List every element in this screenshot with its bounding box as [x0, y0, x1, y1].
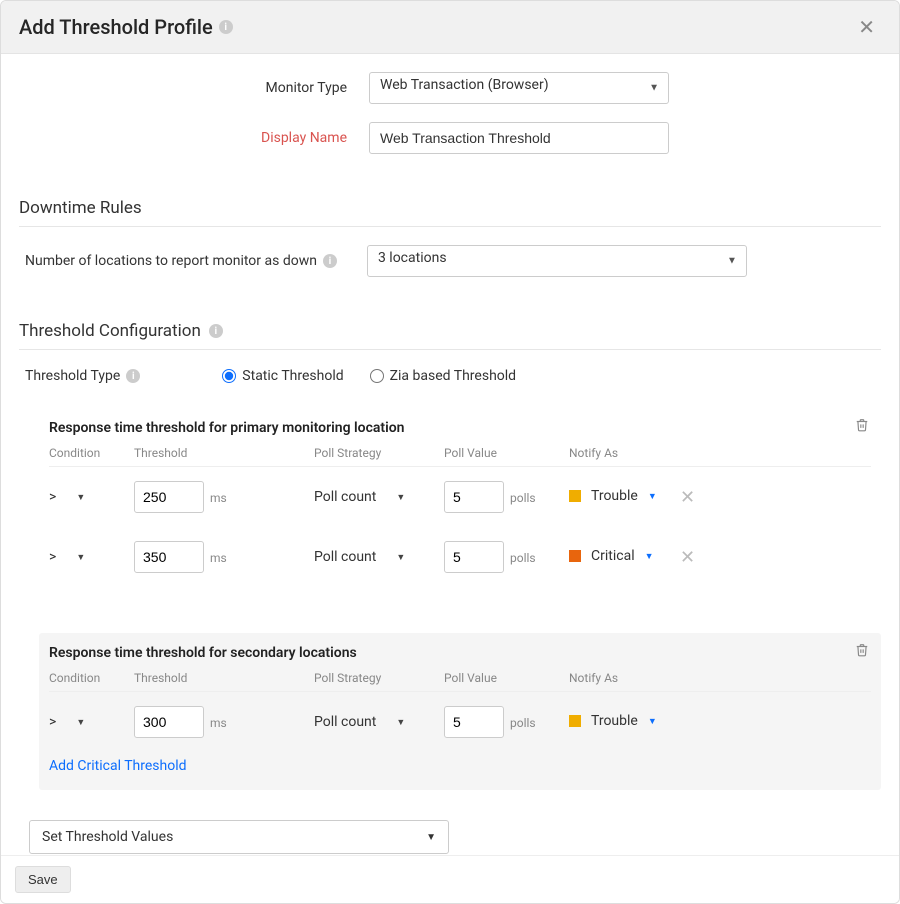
unit-label: polls [510, 551, 536, 565]
chevron-down-icon: ▼ [645, 551, 654, 562]
trash-icon[interactable] [855, 418, 869, 436]
poll-value-input[interactable] [444, 706, 504, 738]
threshold-type-label: Threshold Type [25, 368, 120, 384]
status-swatch [569, 715, 581, 727]
panel-footer: Save [1, 855, 899, 903]
rule-row: >▼ ms Poll count▼ polls Trouble▼ [49, 692, 871, 753]
chevron-down-icon: ▼ [76, 717, 85, 728]
info-icon[interactable]: i [126, 369, 140, 383]
poll-value-input[interactable] [444, 541, 504, 573]
col-threshold: Threshold [134, 440, 314, 467]
close-icon[interactable]: ✕ [852, 15, 881, 39]
col-condition: Condition [49, 665, 134, 692]
chevron-down-icon: ▼ [426, 832, 436, 843]
chevron-down-icon: ▼ [396, 552, 405, 563]
threshold-config-title: Threshold Configuration [19, 321, 201, 341]
locations-select[interactable]: 3 locations [367, 245, 747, 277]
chevron-down-icon: ▼ [648, 716, 657, 727]
notify-as-select[interactable]: Trouble▼ [569, 713, 657, 729]
col-notify: Notify As [569, 440, 674, 467]
info-icon[interactable]: i [323, 254, 337, 268]
threshold-input[interactable] [134, 481, 204, 513]
add-threshold-profile-panel: Add Threshold Profile i ✕ Monitor Type W… [0, 0, 900, 904]
panel-title: Add Threshold Profile [19, 15, 213, 39]
chevron-down-icon: ▼ [396, 717, 405, 728]
notify-as-select[interactable]: Trouble▼ [569, 488, 657, 504]
secondary-threshold-block: Response time threshold for secondary lo… [39, 633, 881, 790]
panel-header: Add Threshold Profile i ✕ [1, 1, 899, 54]
status-swatch [569, 550, 581, 562]
secondary-block-title: Response time threshold for secondary lo… [49, 645, 871, 661]
threshold-input[interactable] [134, 706, 204, 738]
primary-rules-table: Condition Threshold Poll Strategy Poll V… [49, 440, 871, 587]
poll-strategy-select[interactable]: Poll count▼ [314, 712, 405, 732]
add-critical-threshold-link[interactable]: Add Critical Threshold [49, 758, 187, 774]
primary-block-title: Response time threshold for primary moni… [49, 420, 871, 436]
status-swatch [569, 490, 581, 502]
rule-row: >▼ ms Poll count▼ polls Trouble▼ ✕ [49, 467, 871, 528]
poll-strategy-select[interactable]: Poll count▼ [314, 487, 405, 507]
display-name-label: Display Name [19, 130, 369, 146]
monitor-type-label: Monitor Type [19, 80, 369, 96]
static-threshold-radio[interactable]: Static Threshold [222, 368, 343, 384]
notify-as-select[interactable]: Critical▼ [569, 548, 654, 564]
col-pollvalue: Poll Value [444, 440, 569, 467]
condition-select[interactable]: >▼ [49, 547, 85, 567]
col-condition: Condition [49, 440, 134, 467]
col-threshold: Threshold [134, 665, 314, 692]
save-button[interactable]: Save [15, 866, 71, 893]
threshold-config-heading: Threshold Configuration i [19, 295, 881, 350]
col-pollvalue: Poll Value [444, 665, 569, 692]
downtime-rules-heading: Downtime Rules [19, 172, 881, 227]
static-threshold-input[interactable] [222, 369, 236, 383]
chevron-down-icon: ▼ [396, 492, 405, 503]
chevron-down-icon: ▼ [76, 552, 85, 563]
remove-row-icon[interactable]: ✕ [674, 487, 701, 508]
chevron-down-icon: ▼ [648, 491, 657, 502]
unit-label: ms [210, 491, 227, 505]
info-icon[interactable]: i [219, 20, 233, 34]
locations-label: Number of locations to report monitor as… [25, 253, 317, 269]
rule-row: >▼ ms Poll count▼ polls Critical▼ ✕ [49, 527, 871, 587]
secondary-rules-table: Condition Threshold Poll Strategy Poll V… [49, 665, 871, 752]
monitor-type-select[interactable]: Web Transaction (Browser) [369, 72, 669, 104]
monitor-type-row: Monitor Type Web Transaction (Browser) ▼ [19, 72, 881, 104]
unit-label: polls [510, 716, 536, 730]
condition-select[interactable]: >▼ [49, 487, 85, 507]
col-strategy: Poll Strategy [314, 440, 444, 467]
unit-label: ms [210, 716, 227, 730]
trash-icon[interactable] [855, 643, 869, 661]
remove-row-icon[interactable]: ✕ [674, 547, 701, 568]
display-name-row: Display Name [19, 122, 881, 154]
set-threshold-values-label: Set Threshold Values [42, 829, 173, 845]
zia-threshold-input[interactable] [370, 369, 384, 383]
unit-label: ms [210, 551, 227, 565]
col-notify: Notify As [569, 665, 674, 692]
zia-threshold-label: Zia based Threshold [390, 368, 516, 384]
threshold-input[interactable] [134, 541, 204, 573]
downtime-rules-title: Downtime Rules [19, 198, 142, 218]
primary-threshold-block: Response time threshold for primary moni… [39, 408, 881, 603]
chevron-down-icon: ▼ [76, 492, 85, 503]
set-threshold-values-select[interactable]: Set Threshold Values ▼ [29, 820, 449, 854]
poll-strategy-select[interactable]: Poll count▼ [314, 547, 405, 567]
zia-threshold-radio[interactable]: Zia based Threshold [370, 368, 516, 384]
info-icon[interactable]: i [209, 324, 223, 338]
col-strategy: Poll Strategy [314, 665, 444, 692]
static-threshold-label: Static Threshold [242, 368, 343, 384]
unit-label: polls [510, 491, 536, 505]
display-name-input[interactable] [369, 122, 669, 154]
poll-value-input[interactable] [444, 481, 504, 513]
condition-select[interactable]: >▼ [49, 712, 85, 732]
